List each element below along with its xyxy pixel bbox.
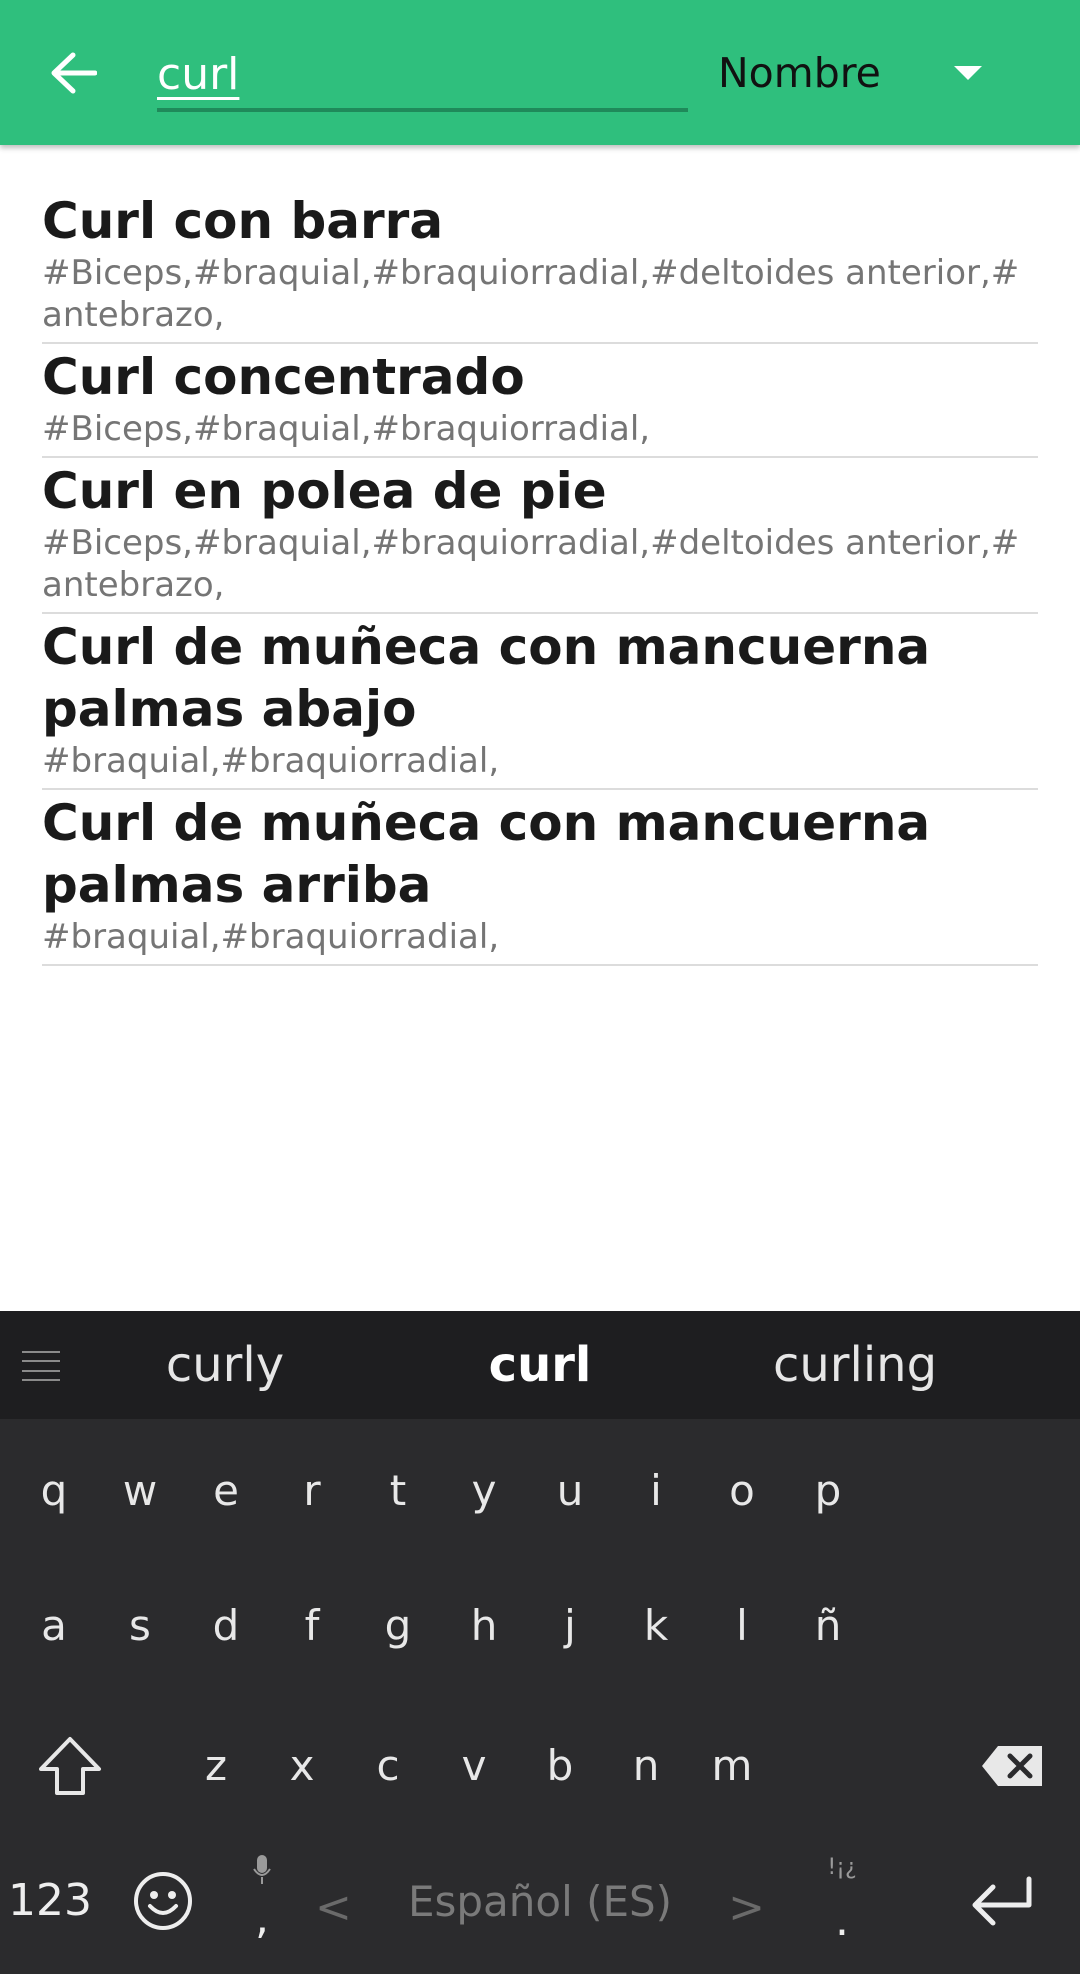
key-z[interactable]: z <box>176 1721 256 1811</box>
key-d[interactable]: d <box>186 1581 266 1671</box>
period-secondary-label: !¡¿ <box>827 1855 857 1880</box>
suggestion-right[interactable]: curling <box>740 1329 970 1401</box>
exercise-tags: #braquial,#braquiorradial, <box>42 917 500 957</box>
key-q[interactable]: q <box>14 1446 94 1536</box>
sort-dropdown-value: Nombre <box>718 49 881 97</box>
exercise-results-list: Curl con barra #Biceps,#braquial,#braqui… <box>42 190 1038 968</box>
key-l[interactable]: l <box>702 1581 782 1671</box>
emoji-icon <box>134 1872 192 1930</box>
suggestion-center[interactable]: curl <box>430 1329 650 1401</box>
back-arrow-icon <box>51 52 97 94</box>
period-key[interactable]: !¡¿ . <box>812 1851 872 1951</box>
back-button[interactable] <box>40 40 106 106</box>
exercise-title: Curl concentrado <box>42 348 525 406</box>
comma-label: , <box>255 1893 269 1944</box>
backspace-key[interactable] <box>968 1721 1058 1811</box>
space-key-label: Español (ES) <box>407 1876 673 1926</box>
key-ñ[interactable]: ñ <box>788 1581 868 1671</box>
chevron-right-icon: > <box>728 1882 765 1933</box>
key-c[interactable]: c <box>348 1721 428 1811</box>
key-j[interactable]: j <box>530 1581 610 1671</box>
exercise-tags: #braquial,#braquiorradial, <box>42 741 500 781</box>
key-r[interactable]: r <box>272 1446 352 1536</box>
key-b[interactable]: b <box>520 1721 600 1811</box>
key-g[interactable]: g <box>358 1581 438 1671</box>
key-i[interactable]: i <box>616 1446 696 1536</box>
space-key[interactable]: < Español (ES) > <box>300 1856 780 1946</box>
key-w[interactable]: w <box>100 1446 180 1536</box>
key-y[interactable]: y <box>444 1446 524 1536</box>
key-s[interactable]: s <box>100 1581 180 1671</box>
exercise-tags: #Biceps,#braquial,#braquiorradial, <box>42 409 651 449</box>
key-o[interactable]: o <box>702 1446 782 1536</box>
key-t[interactable]: t <box>358 1446 438 1536</box>
chevron-left-icon: < <box>315 1882 352 1933</box>
shift-key[interactable] <box>30 1721 110 1811</box>
exercise-title: Curl con barra <box>42 192 444 250</box>
list-item[interactable]: Curl con barra #Biceps,#braquial,#braqui… <box>42 190 1038 344</box>
list-item[interactable]: Curl en polea de pie #Biceps,#braquial,#… <box>42 460 1038 614</box>
soft-keyboard: curly curl curling qwertyuiop asdfghjklñ z… <box>0 1311 1080 1974</box>
sort-dropdown[interactable]: Nombre <box>718 40 1008 106</box>
key-u[interactable]: u <box>530 1446 610 1536</box>
key-f[interactable]: f <box>272 1581 352 1671</box>
period-label: . <box>835 1895 849 1946</box>
list-item[interactable]: Curl de muñeca con mancuerna palmas abaj… <box>42 616 1038 790</box>
key-a[interactable]: a <box>14 1581 94 1671</box>
shift-icon <box>39 1737 101 1795</box>
list-item[interactable]: Curl concentrado #Biceps,#braquial,#braq… <box>42 346 1038 458</box>
exercise-title: Curl de muñeca con mancuerna palmas arri… <box>42 794 931 914</box>
emoji-key[interactable] <box>128 1856 198 1946</box>
suggestion-left[interactable]: curly <box>120 1329 330 1401</box>
key-h[interactable]: h <box>444 1581 524 1671</box>
exercise-tags: #Biceps,#braquial,#braquiorradial,#delto… <box>42 523 1020 605</box>
key-m[interactable]: m <box>692 1721 772 1811</box>
key-x[interactable]: x <box>262 1721 342 1811</box>
comma-key[interactable]: , <box>232 1851 292 1951</box>
enter-icon <box>972 1876 1032 1926</box>
app-bar: Nombre <box>0 0 1080 145</box>
list-item[interactable]: Curl de muñeca con mancuerna palmas arri… <box>42 792 1038 966</box>
dropdown-arrow-icon <box>954 66 982 80</box>
search-field[interactable] <box>157 40 688 112</box>
numbers-key[interactable]: 123 <box>8 1856 108 1946</box>
exercise-tags: #Biceps,#braquial,#braquiorradial,#delto… <box>42 253 1020 335</box>
enter-key[interactable] <box>952 1856 1052 1946</box>
key-n[interactable]: n <box>606 1721 686 1811</box>
exercise-title: Curl de muñeca con mancuerna palmas abaj… <box>42 618 931 738</box>
key-p[interactable]: p <box>788 1446 868 1536</box>
backspace-icon <box>982 1746 1042 1786</box>
menu-icon[interactable] <box>22 1351 60 1381</box>
key-k[interactable]: k <box>616 1581 696 1671</box>
exercise-title: Curl en polea de pie <box>42 462 607 520</box>
key-v[interactable]: v <box>434 1721 514 1811</box>
key-e[interactable]: e <box>186 1446 266 1536</box>
search-input[interactable] <box>157 40 688 108</box>
suggestion-bar: curly curl curling <box>0 1311 1080 1419</box>
mic-icon <box>253 1855 271 1884</box>
